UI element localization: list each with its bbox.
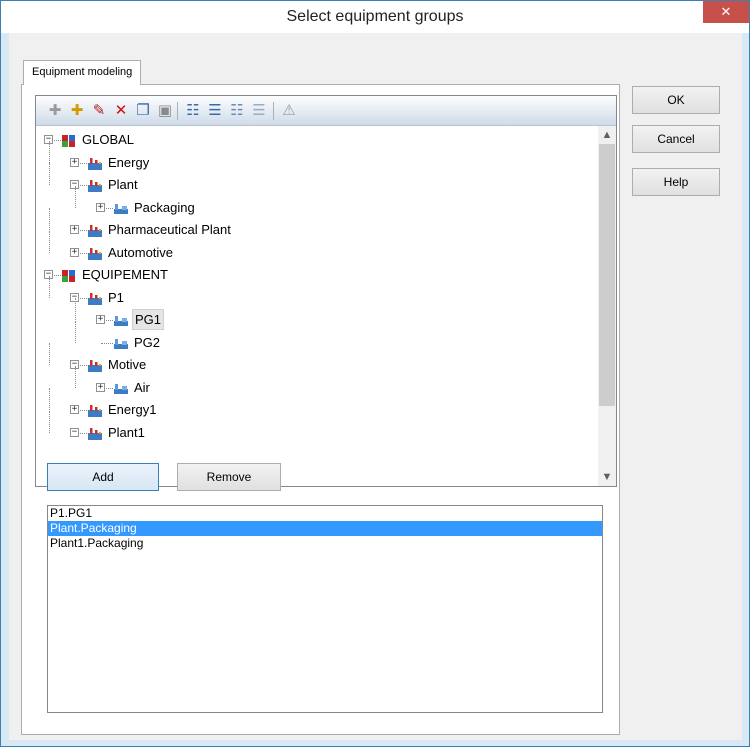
warning-icon[interactable]: ⚠ [280,102,298,120]
expand-icon[interactable]: + [70,225,79,234]
tree-node[interactable]: − Plant [36,163,596,196]
tree-node[interactable]: + Energy1 [36,388,596,421]
collapse-all-icon[interactable]: ☰ [206,102,224,120]
remove-button[interactable]: Remove [177,463,281,491]
tree-node[interactable]: PG2 [36,320,596,354]
tree-node[interactable]: − GLOBAL [36,129,596,151]
equipment-tree-panel: ✚ ✚ ✎ ✕ ❐ ▣ ☷ ☰ ☷ ☰ ⚠ − GLOBAL + Energy − Plant + Packagi… [35,95,617,487]
selected-groups-list[interactable]: P1.PG1 Plant.Packaging Plant1.Packaging [47,505,603,713]
tree-connector [49,163,50,185]
collapse-level-icon[interactable]: ☰ [250,102,268,120]
dialog-client-area: Equipment modeling ✚ ✚ ✎ ✕ ❐ ▣ ☷ ☰ ☷ ☰ ⚠ − GLOBAL + E… [9,33,742,740]
tree-node[interactable]: − Motive [36,343,596,376]
tree-connector [49,230,50,253]
tree-connector [75,320,76,343]
plant-icon [87,291,103,305]
paste-icon[interactable]: ▣ [156,102,174,120]
tab-equipment-modeling[interactable]: Equipment modeling [23,60,142,85]
tree-connector [49,208,50,230]
add-button[interactable]: Add [47,463,159,491]
group-icon [113,201,129,215]
list-item[interactable]: Plant.Packaging [48,521,602,536]
tree-connector [75,365,76,388]
expand-icon[interactable]: + [70,405,79,414]
tree-node[interactable]: − EQUIPEMENT [36,264,596,286]
close-icon: ✕ [720,4,732,19]
plant-icon [87,403,103,417]
equipment-tree[interactable]: − GLOBAL + Energy − Plant + Packaging + Pharmaceu… [36,126,598,486]
plant-icon [87,358,103,372]
plant-icon [87,246,103,260]
tree-node-label[interactable]: Packaging [132,197,197,219]
tree-node-label[interactable]: GLOBAL [80,129,136,151]
expand-icon[interactable]: + [70,157,79,167]
copy-icon[interactable]: ❐ [134,102,152,120]
tree-node[interactable]: + PG1 [36,298,596,331]
tree-node-label[interactable]: PG2 [132,332,162,354]
tree-scrollbar[interactable]: ▲ ▼ [598,126,616,486]
expand-icon[interactable]: + [96,382,105,392]
tree-toolbar: ✚ ✚ ✎ ✕ ❐ ▣ ☷ ☰ ☷ ☰ ⚠ [36,96,616,126]
root-icon [61,268,77,282]
expand-all-icon[interactable]: ☷ [184,102,202,120]
collapse-icon[interactable]: − [70,427,79,437]
tree-node-label[interactable]: EQUIPEMENT [80,264,170,286]
expand-icon[interactable]: + [96,315,105,324]
plant-icon [87,426,103,440]
tree-node[interactable]: − Plant1 [36,410,596,444]
help-button[interactable]: Help [632,168,720,196]
tree-node-label[interactable]: Automotive [106,242,175,264]
list-item[interactable]: Plant1.Packaging [48,536,602,551]
tree-connector [49,343,50,365]
tree-node-label[interactable]: Pharmaceutical Plant [106,219,233,241]
dialog-window: Select equipment groups ✕ Equipment mode… [0,0,750,747]
tree-node[interactable]: + Packaging [36,185,596,219]
plant-icon [87,223,103,237]
group-icon [113,381,129,395]
tree-node-label[interactable]: Energy1 [106,399,158,421]
list-item[interactable]: P1.PG1 [48,506,602,521]
tree-connector [49,140,50,163]
edit-icon[interactable]: ✎ [90,102,108,120]
expand-level-icon[interactable]: ☷ [228,102,246,120]
tree-node-label[interactable]: PG1 [132,309,165,330]
cancel-button[interactable]: Cancel [632,125,720,153]
group-icon [113,313,129,327]
plant-icon [87,156,103,170]
tree-node[interactable]: + Air [36,365,596,399]
new-group-icon[interactable]: ✚ [46,102,64,120]
title-bar[interactable]: Select equipment groups ✕ [1,1,749,33]
toolbar-separator [273,102,274,120]
expand-icon[interactable]: + [96,202,105,212]
tree-node-label[interactable]: Air [132,377,152,399]
tree-node-label[interactable]: P1 [106,287,126,309]
tree-node[interactable]: − P1 [36,275,596,309]
tree-node-label[interactable]: Energy [106,152,151,174]
window-title: Select equipment groups [286,8,464,25]
scroll-up-icon[interactable]: ▲ [598,126,616,144]
tree-connector [75,298,76,320]
tree-connector [49,275,50,298]
tree-connector [49,410,50,433]
root-icon [61,133,77,147]
plant-icon [87,178,103,192]
tree-node-label[interactable]: Plant1 [106,422,147,444]
new-subgroup-icon[interactable]: ✚ [68,102,86,120]
group-icon [113,336,129,350]
tree-node[interactable]: + Energy [36,140,596,174]
tree-node-label[interactable]: Plant [106,174,140,196]
tree-connector [75,185,76,208]
tree-node-label[interactable]: Motive [106,354,148,376]
tree-node[interactable]: + Automotive [36,230,596,264]
scroll-down-icon[interactable]: ▼ [598,468,616,486]
ok-button[interactable]: OK [632,86,720,114]
tree-connector [101,342,113,344]
tree-node[interactable]: + Pharmaceutical Plant [36,208,596,241]
delete-icon[interactable]: ✕ [112,102,130,120]
tree-connector [49,388,50,410]
toolbar-separator [177,102,178,120]
scroll-thumb[interactable] [599,144,615,406]
expand-icon[interactable]: + [70,247,79,257]
close-button[interactable]: ✕ [703,1,749,23]
